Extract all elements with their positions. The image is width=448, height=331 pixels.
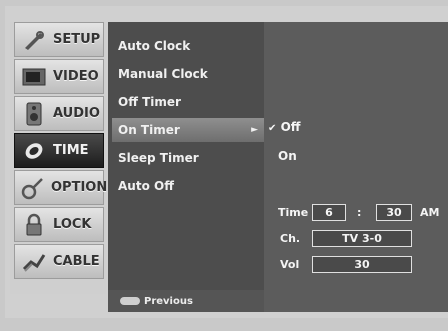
submenu-item-auto-off[interactable]: Auto Off (118, 174, 262, 198)
option-on[interactable]: On (278, 149, 297, 163)
submenu-item-sleep-timer[interactable]: Sleep Timer (118, 146, 262, 170)
menu-item-setup[interactable]: SETUP (14, 22, 104, 57)
menu-item-lock[interactable]: LOCK (14, 207, 104, 242)
arrow-right-icon: ► (251, 125, 258, 135)
main-menu: SETUP VIDEO AUDIO TIME OPTION LOCK CABLE (10, 22, 108, 294)
option-icon (21, 176, 45, 200)
minute-field[interactable]: 30 (376, 204, 412, 221)
previous-hint: Previous (108, 290, 264, 312)
time-label: Time (278, 206, 309, 219)
submenu-item-label: On Timer (118, 123, 180, 137)
menu-item-video[interactable]: VIDEO (14, 59, 104, 94)
submenu-item-manual-clock[interactable]: Manual Clock (118, 62, 262, 86)
ampm-label[interactable]: AM (420, 206, 439, 219)
menu-item-label: SETUP (53, 32, 101, 47)
menu-item-label: AUDIO (53, 106, 100, 121)
menu-item-label: LOCK (53, 217, 92, 232)
menu-item-label: VIDEO (53, 69, 99, 84)
menu-item-audio[interactable]: AUDIO (14, 96, 104, 131)
submenu-item-auto-clock[interactable]: Auto Clock (118, 34, 262, 58)
time-separator: : (357, 206, 362, 219)
setup-icon (21, 28, 47, 52)
on-timer-panel: ✔ Off On Time 6 : 30 AM Ch. TV 3-0 Vol 3… (264, 22, 448, 312)
time-submenu: Auto Clock Manual Clock Off Timer On Tim… (108, 22, 264, 312)
submenu-item-label: Off Timer (118, 95, 181, 109)
video-icon (21, 65, 47, 89)
menu-item-option[interactable]: OPTION (14, 170, 108, 205)
option-label: Off (280, 120, 301, 134)
submenu-item-off-timer[interactable]: Off Timer (118, 90, 262, 114)
audio-icon (21, 102, 47, 126)
previous-label: Previous (144, 295, 193, 307)
submenu-item-label: Sleep Timer (118, 151, 199, 165)
submenu-item-label: Auto Off (118, 179, 174, 193)
lock-icon (21, 213, 47, 237)
option-off[interactable]: ✔ Off (268, 120, 301, 134)
volume-label: Vol (280, 258, 300, 271)
hour-field[interactable]: 6 (312, 204, 346, 221)
menu-item-label: TIME (53, 143, 89, 158)
channel-field[interactable]: TV 3-0 (312, 230, 412, 247)
menu-item-label: CABLE (53, 254, 100, 269)
menu-item-cable[interactable]: CABLE (14, 244, 104, 279)
volume-field[interactable]: 30 (312, 256, 412, 273)
menu-item-label: OPTION (51, 180, 108, 195)
menu-item-time[interactable]: TIME (14, 133, 104, 168)
time-icon (21, 139, 47, 163)
submenu-item-label: Auto Clock (118, 39, 191, 53)
cable-icon (21, 250, 47, 274)
menu-key-icon (120, 297, 140, 305)
submenu-item-on-timer[interactable]: On Timer ► (112, 118, 264, 142)
submenu-item-label: Manual Clock (118, 67, 208, 81)
channel-label: Ch. (280, 232, 301, 245)
checkmark-icon: ✔ (268, 123, 277, 134)
option-label: On (278, 149, 297, 163)
